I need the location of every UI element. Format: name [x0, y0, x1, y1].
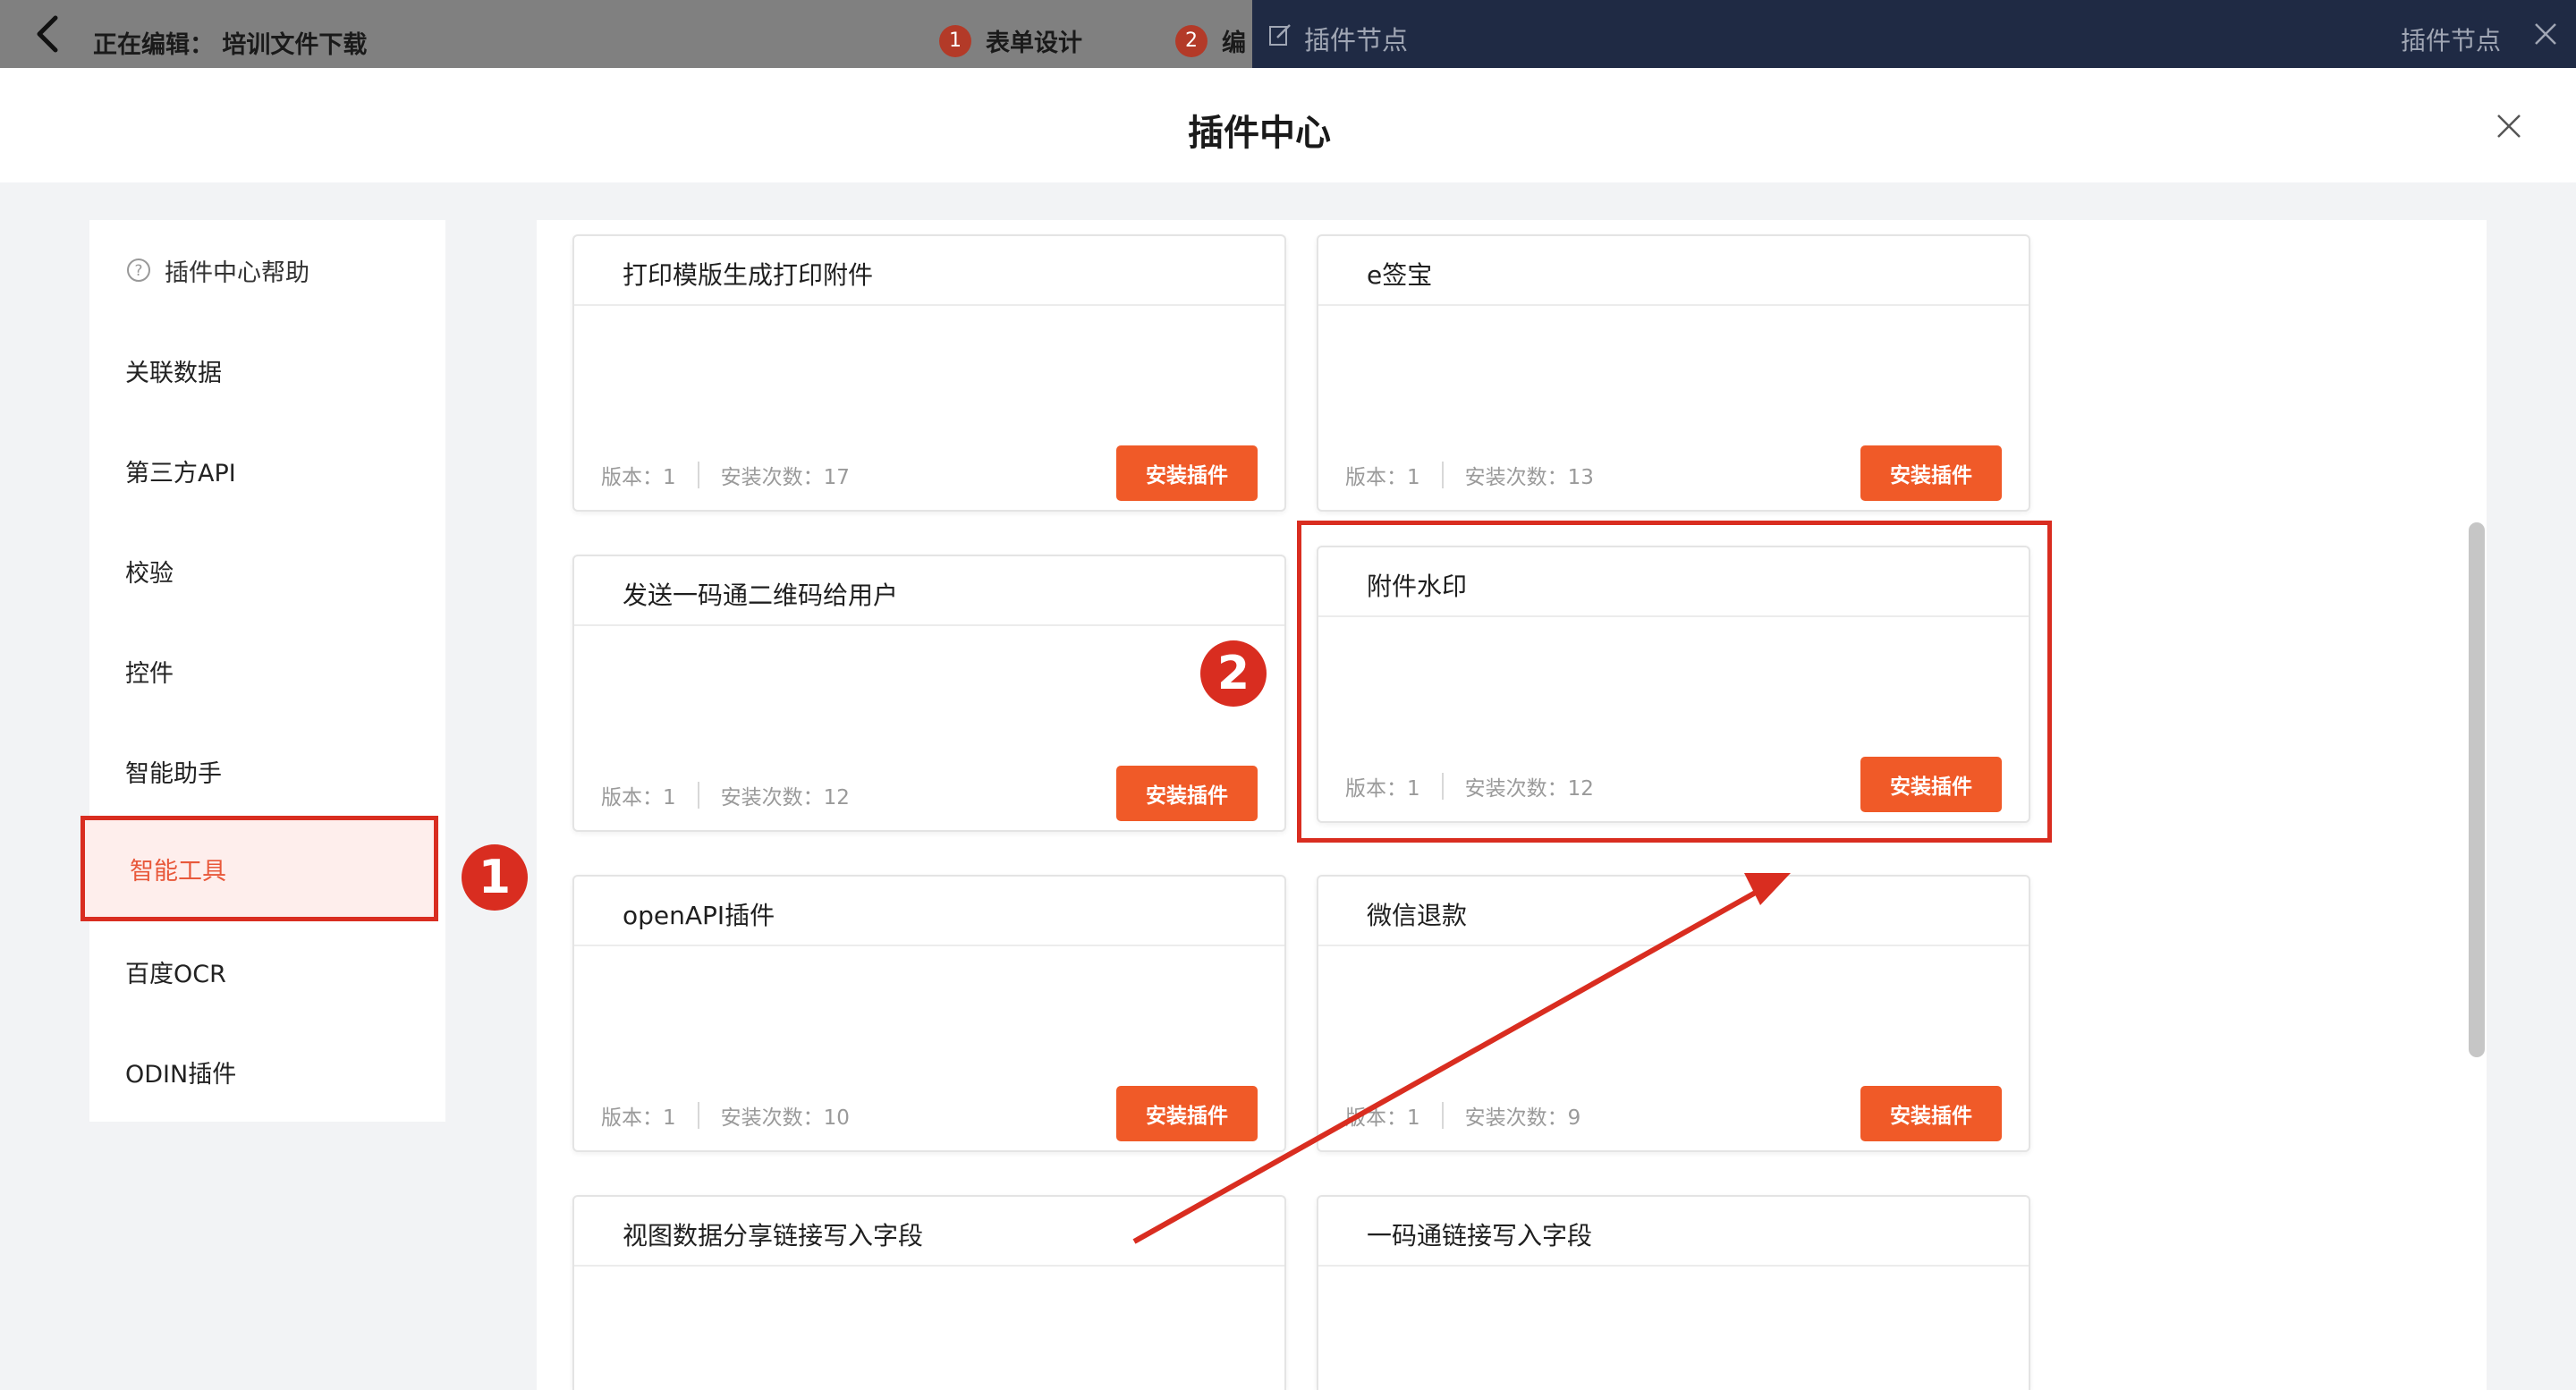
install-plugin-button[interactable]: 安装插件	[1116, 766, 1258, 821]
install-plugin-button[interactable]: 安装插件	[1116, 445, 1258, 501]
sidebar-item-label: 第三方API	[125, 459, 236, 487]
plugin-card-meta: 版本：1 安装次数：9	[1345, 1100, 1580, 1131]
plugin-card-title: e签宝	[1318, 236, 2029, 306]
plugin-version: 版本：1	[1345, 466, 1420, 489]
help-icon: ?	[127, 259, 150, 282]
sidebar-item-controls[interactable]: 控件	[89, 621, 445, 721]
meta-divider	[697, 782, 699, 809]
sidebar-item-label: 校验	[125, 559, 174, 588]
meta-divider	[1441, 462, 1444, 488]
panel-right-label: 插件节点	[2400, 26, 2501, 55]
plugin-version: 版本：1	[1345, 1106, 1420, 1130]
sidebar-item-label: 智能助手	[125, 759, 222, 788]
meta-divider	[1441, 1102, 1444, 1129]
plugin-card: 视图数据分享链接写入字段	[572, 1195, 1286, 1390]
close-icon[interactable]	[2533, 21, 2558, 47]
modal-close-icon[interactable]	[2496, 113, 2522, 140]
plugin-category-sidebar: ? 插件中心帮助 关联数据 第三方API 校验 控件 智能助手 智能工具 百度O…	[80, 220, 445, 1122]
plugin-card-meta: 版本：1 安装次数：12	[601, 780, 850, 810]
step-number: 1	[939, 24, 971, 57]
sidebar-item-baidu-ocr[interactable]: 百度OCR	[89, 921, 445, 1021]
sidebar-item-label: ODIN插件	[125, 1060, 237, 1089]
plugin-version: 版本：1	[601, 466, 676, 489]
plugin-version: 版本：1	[601, 786, 676, 809]
plugin-card-meta: 版本：1 安装次数：17	[601, 460, 850, 490]
plugin-card: e签宝 版本：1 安装次数：13 安装插件	[1317, 234, 2030, 512]
plugin-install-count: 安装次数：13	[1464, 466, 1594, 489]
plugin-card-meta: 版本：1 安装次数：13	[1345, 460, 1594, 490]
editing-label: 正在编辑： 培训文件下载	[93, 31, 368, 59]
step-label: 编	[1222, 30, 1246, 57]
step-number: 2	[1175, 24, 1208, 57]
sidebar-item-label: 控件	[125, 659, 174, 688]
plugin-card-title: openAPI插件	[574, 877, 1284, 946]
plugin-version: 版本：1	[601, 1106, 676, 1130]
sidebar-item-third-party-api[interactable]: 第三方API	[89, 420, 445, 521]
plugin-card-title: 发送一码通二维码给用户	[574, 556, 1284, 626]
step-form-design[interactable]: 1 表单设计	[939, 23, 1082, 58]
panel-title: 插件节点	[1304, 25, 1409, 55]
plugin-install-count: 安装次数：10	[720, 1106, 850, 1130]
sidebar-item-smart-tools[interactable]: 智能工具	[80, 816, 438, 921]
sidebar-item-odin-plugin[interactable]: ODIN插件	[89, 1021, 445, 1122]
edit-icon	[1269, 24, 1291, 46]
annotation-marker-2: 2	[1200, 640, 1267, 707]
sidebar-item-related-data[interactable]: 关联数据	[89, 320, 445, 420]
sidebar-item-label: 插件中心帮助	[165, 259, 309, 287]
plugin-node-panel-header: 插件节点 插件节点	[1252, 0, 2576, 68]
modal-header: 插件中心	[0, 68, 2576, 182]
annotation-marker-1: 1	[462, 844, 528, 911]
meta-divider	[697, 462, 699, 488]
plugin-card-title: 打印模版生成打印附件	[574, 236, 1284, 306]
sidebar-item-label: 关联数据	[125, 359, 222, 387]
plugin-card: 一码通链接写入字段	[1317, 1195, 2030, 1390]
install-plugin-button[interactable]: 安装插件	[1860, 1086, 2002, 1141]
back-arrow-icon[interactable]	[27, 13, 70, 55]
sidebar-item-label: 百度OCR	[125, 960, 226, 988]
modal-title: 插件中心	[1188, 113, 1331, 154]
meta-divider	[697, 1102, 699, 1129]
plugin-card: 微信退款 版本：1 安装次数：9 安装插件	[1317, 875, 2030, 1152]
plugin-install-count: 安装次数：12	[720, 786, 850, 809]
plugin-card: 发送一码通二维码给用户 版本：1 安装次数：12 安装插件	[572, 555, 1286, 832]
install-plugin-button[interactable]: 安装插件	[1116, 1086, 1258, 1141]
plugin-card: openAPI插件 版本：1 安装次数：10 安装插件	[572, 875, 1286, 1152]
editor-topbar: 正在编辑： 培训文件下载 1 表单设计 2 编 插件节点 插件节点	[0, 0, 2576, 68]
sidebar-item-smart-assistant[interactable]: 智能助手	[89, 721, 445, 821]
content-scrollbar[interactable]	[2469, 522, 2485, 1057]
step-label: 表单设计	[986, 30, 1082, 57]
sidebar-item-help[interactable]: ? 插件中心帮助	[89, 220, 445, 320]
plugin-card-title: 微信退款	[1318, 877, 2029, 946]
annotation-highlight-box	[1297, 521, 2052, 843]
plugin-card-meta: 版本：1 安装次数：10	[601, 1100, 850, 1131]
plugin-install-count: 安装次数：9	[1464, 1106, 1581, 1130]
step-edit[interactable]: 2 编	[1175, 23, 1252, 58]
sidebar-item-validation[interactable]: 校验	[89, 521, 445, 621]
sidebar-item-label: 智能工具	[130, 857, 226, 886]
svg-text:?: ?	[134, 262, 142, 280]
plugin-install-count: 安装次数：17	[720, 466, 850, 489]
plugin-card-title: 一码通链接写入字段	[1318, 1197, 2029, 1267]
plugin-card: 打印模版生成打印附件 版本：1 安装次数：17 安装插件	[572, 234, 1286, 512]
install-plugin-button[interactable]: 安装插件	[1860, 445, 2002, 501]
plugin-card-title: 视图数据分享链接写入字段	[574, 1197, 1284, 1267]
